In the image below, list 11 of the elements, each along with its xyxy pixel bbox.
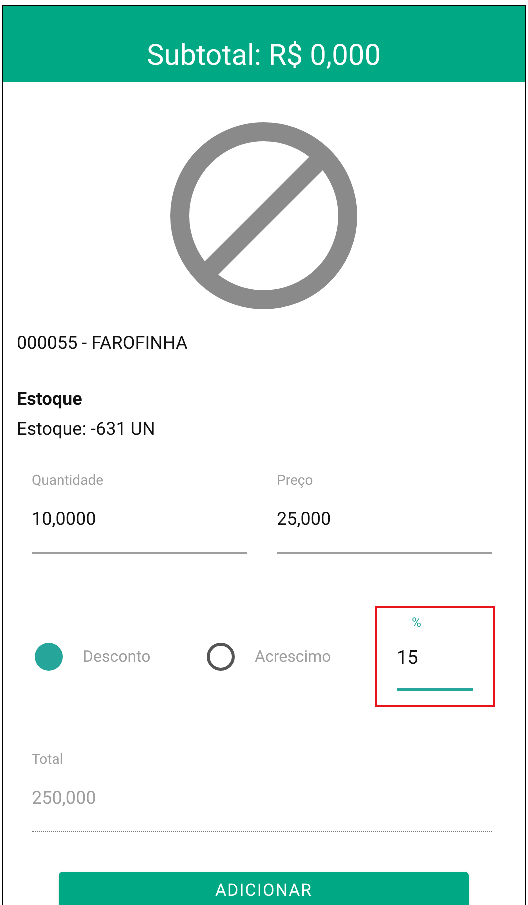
prohibited-icon [170, 122, 358, 310]
percent-field[interactable]: % 15 [397, 616, 473, 691]
stock-text: Estoque: -631 UN [17, 418, 156, 442]
stock-heading: Estoque [17, 388, 84, 412]
subtotal-title: Subtotal: R$ 0,000 [146, 38, 382, 74]
product-name: 000055 - FAROFINHA [17, 332, 189, 356]
field-input: 25,000 [277, 508, 492, 532]
text-field[interactable]: Quantidade 10,0000 [32, 472, 247, 554]
field-input: 10,0000 [32, 508, 247, 532]
text-field[interactable]: Preço 25,000 [277, 472, 492, 554]
total-field: Total 250,000 [32, 751, 492, 832]
